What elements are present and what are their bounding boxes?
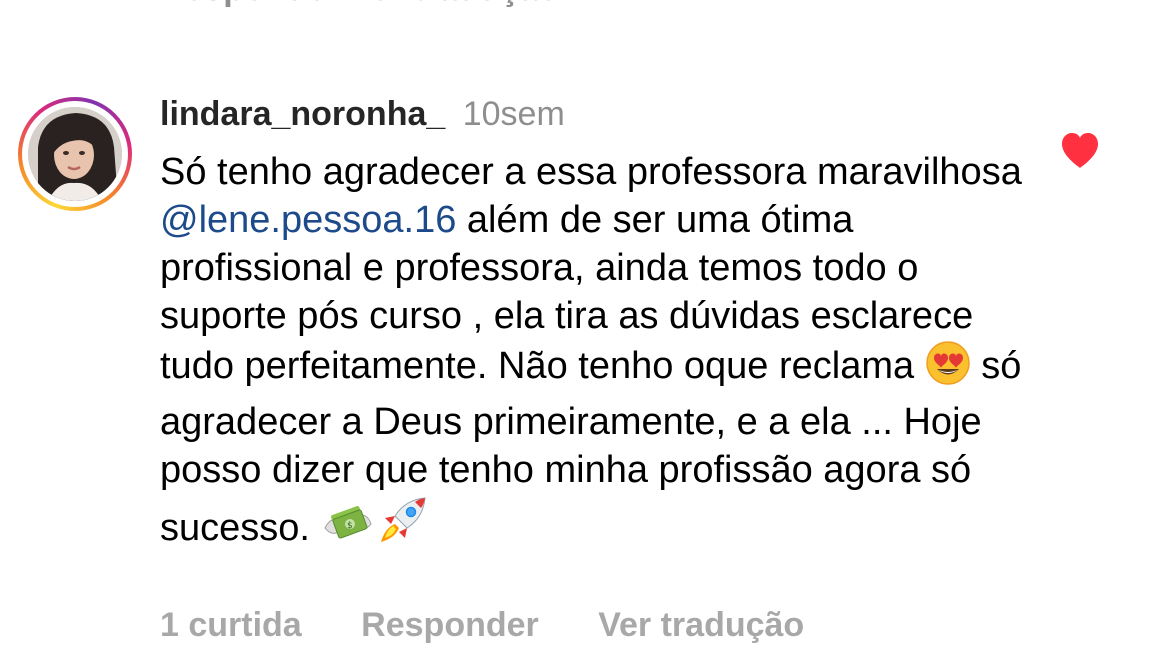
- avatar-story-ring-gap: [22, 101, 128, 207]
- heart-eyes-emoji-icon: [925, 340, 971, 398]
- comment-text-part-1: Só tenho agradecer a essa professora mar…: [160, 151, 1022, 193]
- previous-comment-actions: Responder Ver tradução: [160, 0, 560, 9]
- translate-button[interactable]: Ver tradução: [598, 606, 804, 644]
- comment-header: lindara_noronha_ 10sem: [160, 92, 1040, 136]
- heart-icon[interactable]: [1060, 132, 1100, 170]
- rocket-emoji-icon: [375, 494, 429, 560]
- likes-count-link[interactable]: 1 curtida: [160, 606, 302, 644]
- comment-actions: 1 curtida Responder Ver tradução: [160, 606, 854, 645]
- money-with-wings-emoji-icon: $: [321, 498, 375, 560]
- reply-button[interactable]: Responder: [361, 606, 539, 644]
- mention-link[interactable]: @lene.pessoa.16: [160, 199, 456, 241]
- username-link[interactable]: lindara_noronha_: [160, 95, 445, 133]
- avatar-photo: [28, 107, 122, 201]
- svg-text:$: $: [347, 521, 353, 531]
- avatar-image-icon: [28, 107, 122, 201]
- comment-time: 10sem: [462, 95, 565, 133]
- comment: lindara_noronha_ 10sem Só tenho agradece…: [160, 92, 1040, 560]
- avatar[interactable]: [18, 97, 132, 211]
- comment-text: Só tenho agradecer a essa professora mar…: [160, 148, 1040, 560]
